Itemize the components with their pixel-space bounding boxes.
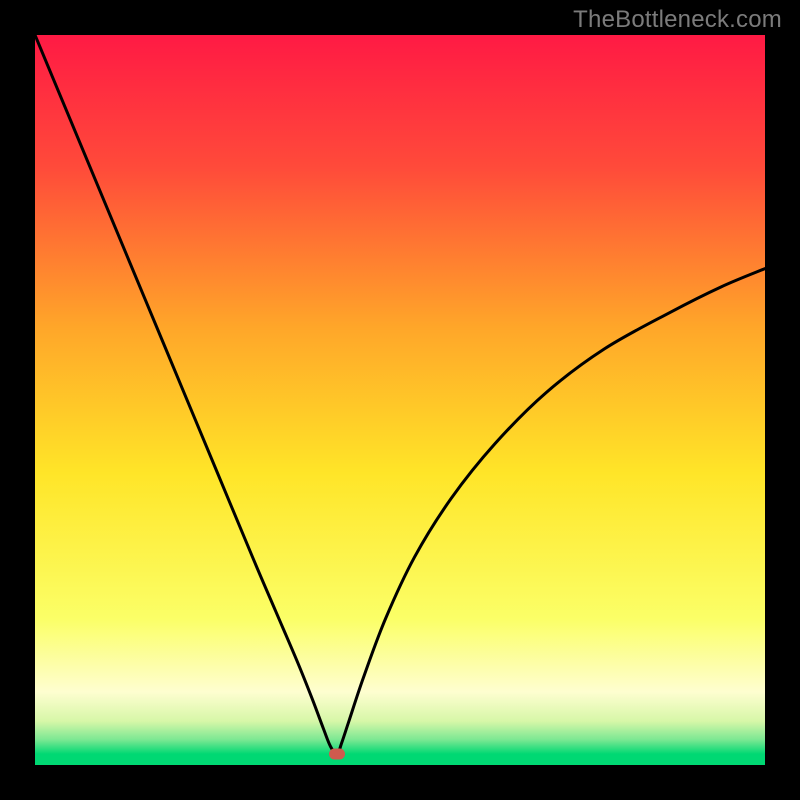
watermark-label: TheBottleneck.com <box>573 6 782 34</box>
minimum-marker <box>329 749 345 760</box>
chart-frame: TheBottleneck.com <box>0 0 800 800</box>
gradient-background <box>35 35 765 765</box>
plot-area <box>35 35 765 765</box>
chart-svg <box>35 35 765 765</box>
